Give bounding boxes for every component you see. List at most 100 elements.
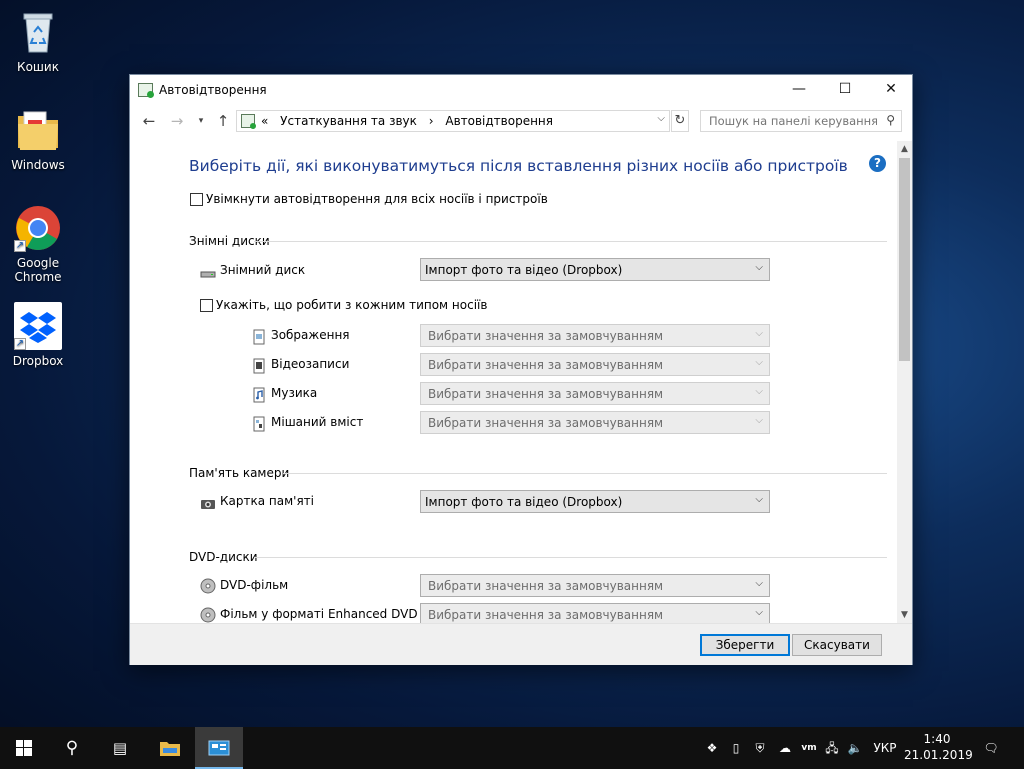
onedrive-cloud-icon[interactable]: ☁	[774, 727, 796, 769]
breadcrumb-overflow[interactable]: «	[261, 114, 268, 128]
windows-logo-icon	[16, 740, 32, 756]
chevron-down-icon: ⌵	[755, 357, 763, 368]
mixed-content-select[interactable]: Вибрати значення за замовчуванням ⌵	[420, 411, 770, 434]
dialog-footer: Зберегти Скасувати	[130, 623, 912, 665]
memory-card-select[interactable]: Імпорт фото та відео (Dropbox) ⌵	[420, 490, 770, 513]
task-view-icon[interactable]: ▤	[96, 727, 144, 769]
network-icon[interactable]: 🖧	[822, 727, 842, 769]
up-arrow-icon[interactable]: ↑	[212, 111, 234, 131]
recent-locations-chevron-icon[interactable]: ▾	[190, 111, 212, 131]
back-arrow-icon[interactable]: ←	[138, 111, 160, 131]
search-box[interactable]: ⚲	[700, 110, 902, 132]
pictures-label: Зображення	[271, 328, 350, 342]
select-value: Вибрати значення за замовчуванням	[428, 387, 664, 401]
recycle-bin-icon	[14, 8, 62, 56]
select-value: Вибрати значення за замовчуванням	[428, 416, 664, 430]
dvd-movie-select[interactable]: Вибрати значення за замовчуванням ⌵	[420, 574, 770, 597]
vertical-scrollbar[interactable]: ▲ ▼	[897, 141, 912, 623]
scroll-down-icon[interactable]: ▼	[897, 607, 912, 623]
removable-drive-icon	[200, 265, 216, 281]
language-indicator[interactable]: УКР	[870, 727, 900, 769]
per-media-type-label[interactable]: Укажіть, що робити з кожним типом носіїв	[216, 298, 487, 312]
removable-drive-select[interactable]: Імпорт фото та відео (Dropbox) ⌵	[420, 258, 770, 281]
maximize-button[interactable]: ☐	[822, 75, 868, 105]
select-value: Вибрати значення за замовчуванням	[428, 608, 664, 622]
address-bar[interactable]: « Устаткування та звук › Автовідтворення…	[236, 110, 670, 132]
control-panel-taskbar-icon[interactable]	[195, 727, 243, 769]
autoplay-settings: Виберіть дії, які виконуватимуться після…	[130, 141, 898, 623]
memory-card-label: Картка пам'яті	[220, 494, 314, 508]
per-media-type-checkbox[interactable]	[200, 299, 213, 312]
chevron-down-icon[interactable]: ⌵	[657, 113, 665, 124]
removable-drive-label: Знімний диск	[220, 263, 306, 277]
clock-date: 21.01.2019	[904, 748, 973, 762]
usb-device-icon[interactable]: ▯	[726, 727, 746, 769]
breadcrumb-hardware-and-sound[interactable]: Устаткування та звук	[280, 114, 417, 128]
shortcut-arrow-icon: ↗	[14, 338, 26, 350]
use-autoplay-checkbox[interactable]	[190, 193, 203, 206]
start-button[interactable]	[0, 727, 48, 769]
enhanced-dvd-label: Фільм у форматі Enhanced DVD	[220, 607, 418, 621]
videos-select[interactable]: Вибрати значення за замовчуванням ⌵	[420, 353, 770, 376]
search-icon: ⚲	[886, 113, 895, 127]
taskbar: ⚲ ▤ ❖ ▯ ⛨ ☁ vm 🖧 🔈 УКР 1:40 21.01.2019 🗨	[0, 727, 1024, 769]
scroll-up-icon[interactable]: ▲	[897, 141, 912, 157]
help-icon[interactable]: ?	[869, 155, 886, 172]
desktop-icon-windows-folder[interactable]: Windows	[0, 106, 76, 172]
clock-time: 1:40	[923, 732, 951, 746]
select-value: Вибрати значення за замовчуванням	[428, 358, 664, 372]
music-select[interactable]: Вибрати значення за замовчуванням ⌵	[420, 382, 770, 405]
desktop-icon-dropbox[interactable]: ↗ Dropbox	[0, 302, 76, 368]
search-icon[interactable]: ⚲	[48, 727, 96, 769]
desktop-icon-label: Windows	[11, 158, 65, 172]
chevron-down-icon: ⌵	[755, 578, 763, 589]
page-title: Виберіть дії, які виконуватимуться після…	[189, 157, 848, 175]
vmware-icon[interactable]: vm	[798, 727, 820, 769]
close-button[interactable]: ✕	[868, 75, 914, 105]
chevron-down-icon: ⌵	[755, 415, 763, 426]
videos-label: Відеозаписи	[271, 357, 350, 371]
clock[interactable]: 1:40 21.01.2019	[904, 731, 973, 763]
control-panel-icon	[138, 83, 154, 98]
refresh-icon[interactable]: ↻	[671, 110, 689, 132]
cancel-button[interactable]: Скасувати	[792, 634, 882, 656]
volume-muted-icon[interactable]: 🔈	[845, 727, 865, 769]
select-value: Імпорт фото та відео (Dropbox)	[425, 263, 623, 277]
notifications-icon[interactable]: 🗨	[978, 727, 1004, 769]
dropbox-icon: ↗	[14, 302, 62, 350]
desktop-icon-google-chrome[interactable]: ↗ Google Chrome	[0, 204, 76, 284]
search-input[interactable]	[701, 111, 877, 131]
use-autoplay-label[interactable]: Увімкнути автовідтворення для всіх носії…	[206, 192, 548, 206]
control-panel-icon	[241, 114, 256, 129]
music-icon	[251, 387, 267, 403]
forward-arrow-icon[interactable]: →	[166, 111, 188, 131]
enhanced-dvd-select[interactable]: Вибрати значення за замовчуванням ⌵	[420, 603, 770, 623]
autoplay-window: Автовідтворення — ☐ ✕ ← → ▾ ↑ « Устаткув…	[129, 74, 913, 665]
divider	[254, 241, 887, 242]
desktop-icon-recycle-bin[interactable]: Кошик	[0, 8, 76, 74]
desktop-icon-label: Google Chrome	[14, 256, 62, 284]
select-value: Вибрати значення за замовчуванням	[428, 579, 664, 593]
dvd-disc-icon	[200, 607, 216, 623]
file-explorer-icon[interactable]	[146, 727, 194, 769]
mixed-content-icon	[251, 416, 267, 432]
breadcrumb-autoplay[interactable]: Автовідтворення	[445, 114, 553, 128]
breadcrumb: « Устаткування та звук › Автовідтворення	[261, 114, 561, 128]
desktop-icon-label: Кошик	[17, 60, 59, 74]
folder-icon	[14, 106, 62, 154]
save-button[interactable]: Зберегти	[700, 634, 790, 656]
memory-card-icon	[200, 496, 216, 512]
security-shield-icon[interactable]: ⛨	[749, 727, 771, 769]
chevron-down-icon: ⌵	[755, 328, 763, 339]
scrollbar-thumb[interactable]	[899, 158, 910, 361]
title-bar[interactable]: Автовідтворення — ☐ ✕	[130, 75, 912, 105]
desktop-icon-label: Dropbox	[12, 354, 64, 368]
shortcut-arrow-icon: ↗	[14, 240, 26, 252]
pictures-select[interactable]: Вибрати значення за замовчуванням ⌵	[420, 324, 770, 347]
chevron-down-icon: ⌵	[755, 262, 763, 273]
breadcrumb-separator[interactable]: ›	[429, 114, 434, 128]
chevron-down-icon: ⌵	[755, 386, 763, 397]
select-value: Імпорт фото та відео (Dropbox)	[425, 495, 623, 509]
minimize-button[interactable]: —	[776, 75, 822, 105]
dropbox-tray-icon[interactable]: ❖	[701, 727, 723, 769]
